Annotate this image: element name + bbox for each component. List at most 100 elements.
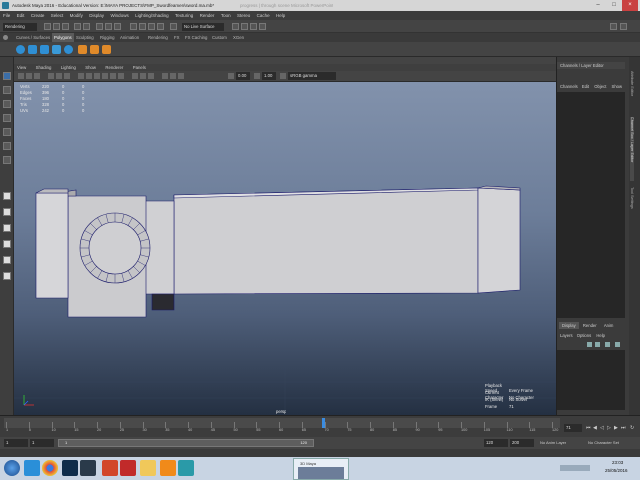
- menu-edit[interactable]: Edit: [17, 13, 25, 18]
- antialias-icon[interactable]: [170, 73, 176, 79]
- undo-icon[interactable]: [74, 23, 81, 30]
- layout-two-vertical-icon[interactable]: [3, 224, 11, 232]
- open-scene-icon[interactable]: [53, 23, 60, 30]
- camera-attributes-icon[interactable]: [18, 73, 24, 79]
- time-slider[interactable]: 1 5 10 15 20 25 30 35 40 45 50 55 60 65 70 75 80 85 90 95 10…: [0, 415, 640, 437]
- play-forward-icon[interactable]: ▷: [607, 425, 611, 431]
- character-set-dropdown[interactable]: No Character Set: [588, 440, 619, 445]
- image-plane-icon[interactable]: [34, 73, 40, 79]
- poly-cylinder-icon[interactable]: [40, 45, 49, 54]
- save-scene-icon[interactable]: [62, 23, 69, 30]
- menu-texturing[interactable]: Texturing: [175, 13, 193, 18]
- minimize-icon[interactable]: –: [590, 0, 606, 11]
- tray-icons[interactable]: [560, 465, 590, 471]
- acrobat-icon[interactable]: [120, 460, 136, 476]
- menu-create[interactable]: Create: [31, 13, 45, 18]
- current-frame-field[interactable]: 71: [564, 424, 582, 432]
- redo-icon[interactable]: [83, 23, 90, 30]
- close-icon[interactable]: ×: [622, 0, 638, 11]
- explorer-icon[interactable]: [140, 460, 156, 476]
- poly-plane-icon[interactable]: [52, 45, 61, 54]
- paint-select-tool-icon[interactable]: [3, 100, 11, 108]
- menu-modify[interactable]: Modify: [70, 13, 83, 18]
- menu-display[interactable]: Display: [89, 13, 104, 18]
- tab-channel-box-layer-editor[interactable]: Channel Box / Layer Editor: [630, 117, 634, 181]
- layer-menu-help[interactable]: Help: [596, 333, 605, 338]
- hypershade-icon[interactable]: [259, 23, 266, 30]
- vlc-icon[interactable]: [160, 460, 176, 476]
- photoshop-icon[interactable]: [62, 460, 78, 476]
- start-time-field[interactable]: 1: [4, 439, 28, 447]
- scale-tool-icon[interactable]: [3, 142, 11, 150]
- layout-outliner-icon[interactable]: [3, 256, 11, 264]
- smooth-shade-icon[interactable]: [86, 73, 92, 79]
- menu-lighting-shading[interactable]: Lighting/Shading: [135, 13, 169, 18]
- step-back-icon[interactable]: ◀: [593, 425, 597, 431]
- film-gate-icon[interactable]: [56, 73, 62, 79]
- layout-four-icon[interactable]: [3, 208, 11, 216]
- shelf-tab-rigging[interactable]: Rigging: [98, 33, 117, 42]
- extract-icon[interactable]: [102, 45, 111, 54]
- menu-cache[interactable]: Cache: [257, 13, 270, 18]
- select-hierarchy-icon[interactable]: [96, 23, 103, 30]
- start-button-icon[interactable]: [4, 460, 20, 476]
- gamma-field[interactable]: 1.00: [262, 72, 276, 80]
- xray-icon[interactable]: [132, 73, 138, 79]
- layer-tab-render[interactable]: Render: [580, 322, 600, 329]
- menu-windows[interactable]: Windows: [110, 13, 128, 18]
- shelf-tab-custom[interactable]: Custom: [210, 33, 229, 42]
- go-to-start-icon[interactable]: ⏮: [586, 425, 591, 431]
- channel-box-area[interactable]: [557, 92, 625, 318]
- gamma-icon[interactable]: [254, 73, 260, 79]
- maya-taskbar-icon[interactable]: [178, 460, 194, 476]
- menu-toon[interactable]: Toon: [221, 13, 231, 18]
- shelf-tab-curves-surfaces[interactable]: Curves / Surfaces: [14, 33, 52, 42]
- layout-single-icon[interactable]: [3, 192, 11, 200]
- panel-menu-panels[interactable]: Panels: [133, 65, 146, 70]
- layer-menu-options[interactable]: Options: [577, 333, 591, 338]
- combine-icon[interactable]: [78, 45, 87, 54]
- panel-menu-shading[interactable]: Shading: [36, 65, 52, 70]
- depth-of-field-icon[interactable]: [178, 73, 184, 79]
- color-management-icon[interactable]: [280, 73, 286, 79]
- shadows-icon[interactable]: [118, 73, 124, 79]
- menu-help[interactable]: Help: [276, 13, 285, 18]
- tab-tool-settings[interactable]: Tool Settings: [630, 187, 634, 219]
- layer-menu-layers[interactable]: Layers: [560, 333, 573, 338]
- playback-start-field[interactable]: 1: [30, 439, 54, 447]
- menu-render[interactable]: Render: [200, 13, 215, 18]
- toggle-panel-icon[interactable]: [610, 23, 617, 30]
- panel-menu-show[interactable]: Show: [85, 65, 96, 70]
- move-tool-icon[interactable]: [3, 114, 11, 122]
- ie-icon[interactable]: [24, 460, 40, 476]
- tab-attribute-editor[interactable]: Attribute Editor: [630, 71, 634, 111]
- maya-window-preview[interactable]: 3D Maya: [293, 458, 349, 480]
- exposure-icon[interactable]: [228, 73, 234, 79]
- unity-icon[interactable]: [80, 460, 96, 476]
- xray-joints-icon[interactable]: [148, 73, 154, 79]
- shelf-tab-fx[interactable]: FX: [172, 33, 182, 42]
- lights-icon[interactable]: [110, 73, 116, 79]
- menu-file[interactable]: File: [3, 13, 10, 18]
- go-to-end-icon[interactable]: ⏭: [621, 425, 626, 431]
- wireframe-on-shaded-icon[interactable]: [94, 73, 100, 79]
- view-transform-dropdown[interactable]: sRGB gamma: [288, 72, 336, 80]
- maximize-icon[interactable]: □: [606, 0, 622, 11]
- shelf-tab-polygons[interactable]: Polygons: [52, 33, 74, 42]
- shelf-tab-rendering[interactable]: Rendering: [146, 33, 170, 42]
- chrome-icon[interactable]: [42, 460, 58, 476]
- snap-grid-icon[interactable]: [130, 23, 137, 30]
- cb-menu-edit[interactable]: Edit: [582, 84, 589, 89]
- wireframe-icon[interactable]: [78, 73, 84, 79]
- layer-tab-anim[interactable]: Anim: [601, 322, 617, 329]
- end-time-field[interactable]: 200: [510, 439, 534, 447]
- lasso-tool-icon[interactable]: [3, 86, 11, 94]
- shelf-tab-xgen[interactable]: XGen: [231, 33, 246, 42]
- separate-icon[interactable]: [90, 45, 99, 54]
- poly-sphere-icon[interactable]: [16, 45, 25, 54]
- live-surface-field[interactable]: No Live Surface: [182, 23, 224, 31]
- layout-graph-icon[interactable]: [3, 272, 11, 280]
- menu-stereo[interactable]: Stereo: [237, 13, 250, 18]
- anim-layer-dropdown[interactable]: No Anim Layer: [540, 440, 566, 445]
- new-layer-icon[interactable]: [605, 342, 610, 347]
